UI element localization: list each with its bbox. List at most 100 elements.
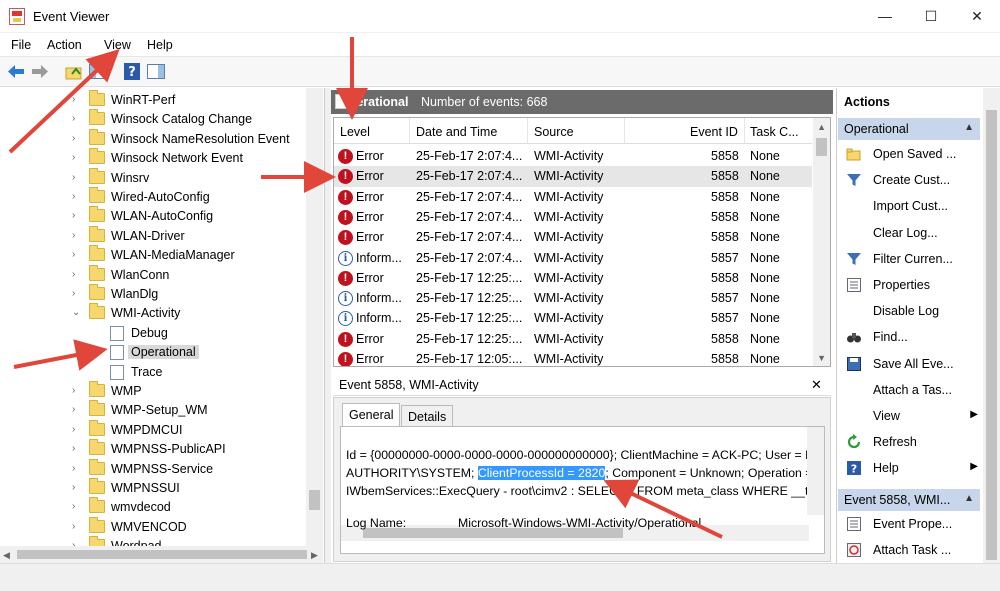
action-event-prope[interactable]: Event Prope...	[840, 513, 982, 537]
tree-item[interactable]: Trace	[0, 363, 310, 382]
tree-item[interactable]: › Winsock NameResolution Event	[0, 128, 310, 149]
chevron-right-icon[interactable]: ›	[72, 501, 75, 512]
chevron-right-icon[interactable]: ›	[72, 249, 75, 260]
chevron-right-icon[interactable]: ›	[72, 288, 75, 299]
tree-item[interactable]: ⌄ WMI-Activity	[0, 303, 310, 323]
chevron-right-icon[interactable]: ›	[72, 424, 75, 435]
minimize-button[interactable]: —	[862, 0, 908, 33]
event-row[interactable]: ! Error 25-Feb-17 2:07:4... WMI-Activity 585…	[334, 166, 812, 187]
action-filter-curren[interactable]: Filter Curren...	[840, 248, 982, 272]
event-row[interactable]: i Inform... 25-Feb-17 12:25:... WMI-Activit…	[334, 308, 812, 328]
help-icon[interactable]: ?	[122, 62, 142, 81]
event-row[interactable]: ! Error 25-Feb-17 2:07:4... WMI-Activity 585…	[334, 227, 812, 247]
menu-file[interactable]: File	[11, 38, 31, 52]
pane-splitter[interactable]	[325, 88, 331, 563]
chevron-right-icon[interactable]: ›	[72, 463, 75, 474]
column-level[interactable]: Level	[340, 125, 370, 139]
action-open-saved[interactable]: Open Saved ...	[840, 143, 982, 167]
tree-item[interactable]: › wmvdecod	[0, 497, 310, 517]
tree-horizontal-scroll-thumb[interactable]	[17, 550, 307, 559]
up-folder-icon[interactable]	[64, 62, 84, 81]
chevron-right-icon[interactable]: ›	[72, 113, 75, 124]
action-find[interactable]: Find...	[840, 326, 982, 350]
event-row[interactable]: ! Error 25-Feb-17 12:05:... WMI-Activity 585…	[334, 349, 812, 366]
chevron-right-icon[interactable]: ›	[72, 191, 75, 202]
action-refresh[interactable]: Refresh	[840, 431, 982, 455]
chevron-right-icon[interactable]: ›	[72, 172, 75, 183]
action-import-cust[interactable]: Import Cust...	[840, 195, 982, 219]
collapse-up-icon[interactable]: ▲	[964, 122, 974, 133]
event-description-box[interactable]: Id = {00000000-0000-0000-0000-0000000000…	[340, 426, 825, 554]
column-divider[interactable]	[409, 118, 410, 144]
chevron-down-icon[interactable]: ⌄	[72, 307, 80, 318]
description-vertical-scrollbar[interactable]	[807, 427, 824, 515]
chevron-right-icon[interactable]: ›	[72, 152, 75, 163]
tree-item[interactable]: › WMPNSS-PublicAPI	[0, 439, 310, 459]
show-hide-tree-icon[interactable]	[88, 62, 108, 81]
event-row[interactable]: ! Error 25-Feb-17 12:25:... WMI-Activity 585…	[334, 329, 812, 349]
tree-item[interactable]: Debug	[0, 324, 310, 343]
action-disable-log[interactable]: Disable Log	[840, 300, 982, 324]
action-properties[interactable]: Properties	[840, 274, 982, 298]
column-event-id[interactable]: Event ID	[690, 125, 738, 139]
chevron-right-icon[interactable]: ›	[72, 230, 75, 241]
close-detail-icon[interactable]: ✕	[811, 377, 822, 393]
chevron-right-icon[interactable]: ›	[72, 482, 75, 493]
column-date-time[interactable]: Date and Time	[416, 125, 497, 139]
action-help[interactable]: ? Help ▶	[840, 457, 982, 481]
scroll-up-icon[interactable]: ▲	[817, 122, 826, 132]
chevron-right-icon[interactable]: ›	[72, 404, 75, 415]
action-view[interactable]: View ▶	[840, 405, 982, 429]
tree-item[interactable]: › WMP	[0, 381, 310, 401]
chevron-right-icon[interactable]: ›	[72, 210, 75, 221]
scroll-down-icon[interactable]: ▼	[817, 353, 826, 363]
column-task-category[interactable]: Task C...	[750, 125, 799, 139]
tree-item[interactable]: Operational	[0, 343, 310, 362]
action-attach-a-tas[interactable]: Attach a Tas...	[840, 379, 982, 403]
actions-scroll-thumb[interactable]	[986, 110, 997, 560]
tree-item[interactable]: › WinRT-Perf	[0, 90, 310, 110]
tree-item[interactable]: › WLAN-AutoConfig	[0, 206, 310, 226]
chevron-right-icon[interactable]: ›	[72, 385, 75, 396]
scroll-left-icon[interactable]: ◀	[3, 550, 10, 561]
action-attach-task[interactable]: Attach Task ...	[840, 539, 982, 563]
column-source[interactable]: Source	[534, 125, 574, 139]
action-save-all-eve[interactable]: Save All Eve...	[840, 353, 982, 377]
event-row[interactable]: ! Error 25-Feb-17 2:07:4... WMI-Activity 585…	[334, 187, 812, 207]
action-clear-log[interactable]: Clear Log...	[840, 222, 982, 246]
show-hide-action-pane-icon[interactable]	[146, 62, 166, 81]
scroll-right-icon[interactable]: ▶	[311, 550, 318, 561]
tab-general[interactable]: General	[342, 403, 401, 427]
actions-section-operational[interactable]: Operational ▲	[838, 118, 980, 140]
back-arrow-icon[interactable]	[6, 62, 26, 81]
chevron-right-icon[interactable]: ›	[72, 269, 75, 280]
tree-item[interactable]: › WlanConn	[0, 264, 310, 285]
chevron-right-icon[interactable]: ›	[72, 521, 75, 532]
event-row[interactable]: ! Error 25-Feb-17 2:07:4... WMI-Activity 585…	[334, 146, 812, 166]
tree-item[interactable]: › WMPNSSUI	[0, 478, 310, 498]
tree-item[interactable]: › Wired-AutoConfig	[0, 187, 310, 207]
column-divider[interactable]	[527, 118, 528, 144]
actions-section-event[interactable]: Event 5858, WMI... ▲	[838, 489, 980, 511]
collapse-up-icon[interactable]: ▲	[964, 493, 974, 504]
tree-item[interactable]: › Winsrv	[0, 167, 310, 188]
tree-item[interactable]: › WMPDMCUI	[0, 419, 310, 440]
tree-item[interactable]: › WMP-Setup_WM	[0, 400, 310, 420]
column-divider[interactable]	[624, 118, 625, 144]
tree-item[interactable]: › Winsock Catalog Change	[0, 109, 310, 129]
event-list-scroll-thumb[interactable]	[816, 138, 827, 156]
tree-item[interactable]: › WMPNSS-Service	[0, 458, 310, 479]
forward-arrow-icon[interactable]	[30, 62, 50, 81]
tab-details[interactable]: Details	[401, 405, 454, 427]
tree-item[interactable]: › WLAN-Driver	[0, 225, 310, 246]
event-row[interactable]: i Inform... 25-Feb-17 2:07:4... WMI-Activit…	[334, 248, 812, 268]
tree-item[interactable]: › Winsock Network Event	[0, 148, 310, 168]
tree-vertical-scroll-thumb[interactable]	[309, 490, 320, 510]
event-row[interactable]: ! Error 25-Feb-17 12:25:... WMI-Activity 585…	[334, 268, 812, 288]
tree-item[interactable]: › WLAN-MediaManager	[0, 245, 310, 265]
chevron-right-icon[interactable]: ›	[72, 94, 75, 105]
tree-item[interactable]: › WlanDlg	[0, 284, 310, 304]
column-divider[interactable]	[744, 118, 745, 144]
event-row[interactable]: ! Error 25-Feb-17 2:07:4... WMI-Activity 585…	[334, 207, 812, 227]
action-create-cust[interactable]: Create Cust...	[840, 169, 982, 193]
